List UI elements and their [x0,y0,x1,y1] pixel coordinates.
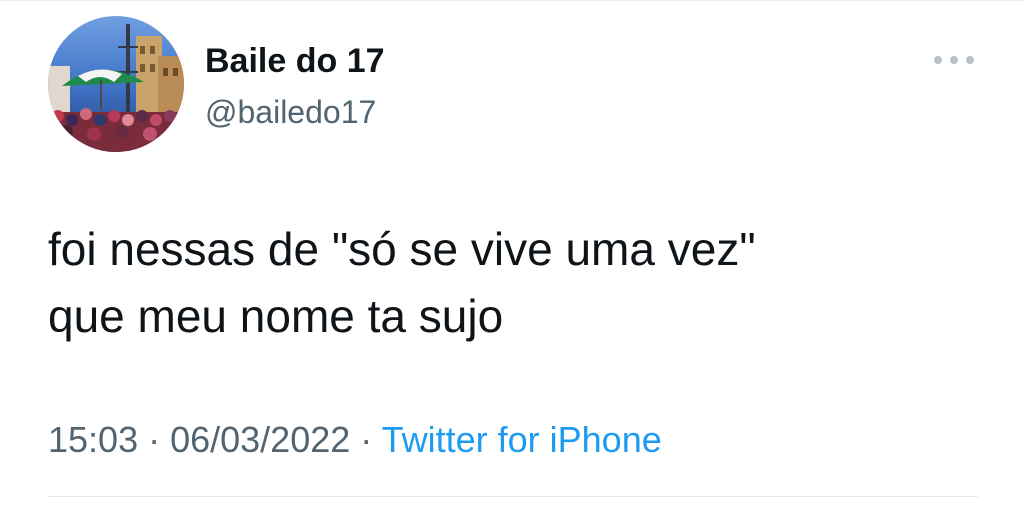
meta-separator: · [138,419,171,460]
user-handle[interactable]: @bailedo17 [205,93,376,131]
avatar[interactable] [48,16,184,152]
avatar-image [48,16,184,152]
meta-separator: · [350,419,382,460]
tweet-source-link[interactable]: Twitter for iPhone [382,419,662,460]
tweet-meta: 15:03 · 06/03/2022 · Twitter for iPhone [48,418,662,462]
tweet-time[interactable]: 15:03 [48,419,138,460]
more-horizontal-icon[interactable] [934,52,974,68]
top-divider [0,0,1024,1]
tweet-date[interactable]: 06/03/2022 [170,419,350,460]
more-dot [966,56,974,64]
bottom-divider [48,496,978,497]
tweet-text-line: foi nessas de "só se vive uma vez" [48,223,756,275]
tweet-text: foi nessas de "só se vive uma vez" que m… [48,216,978,350]
more-dot [950,56,958,64]
more-dot [934,56,942,64]
tweet-text-line: que meu nome ta sujo [48,290,504,342]
display-name[interactable]: Baile do 17 [205,41,385,81]
tweet-card: Baile do 17 @bailedo17 foi nessas de "só… [0,0,1024,507]
